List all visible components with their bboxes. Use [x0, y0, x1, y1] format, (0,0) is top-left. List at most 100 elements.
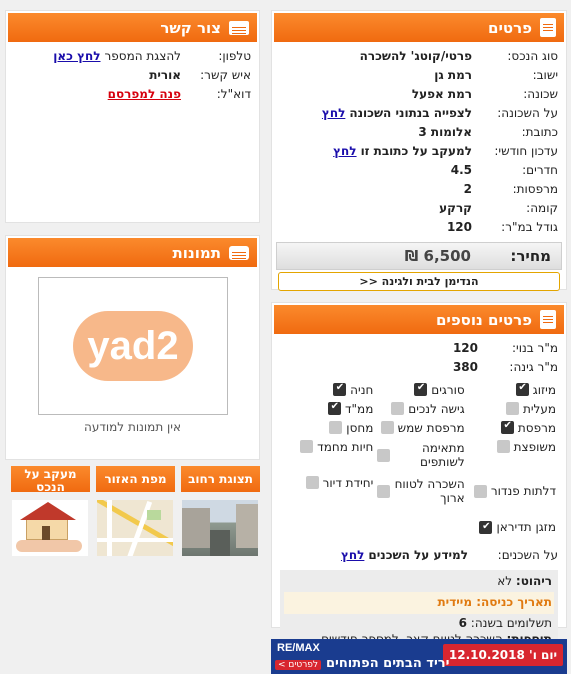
details-row: קומה: קרקע	[280, 198, 558, 217]
payments-label: תשלומים בשנה:	[470, 616, 552, 630]
furniture-label: ריהוט:	[515, 574, 552, 588]
remax-banner[interactable]: יום ו' 12.10.2018 RE/MAX יריד הבתים הפתו…	[271, 639, 567, 674]
email-link[interactable]: פנה למפרסם	[108, 87, 181, 101]
feature-label: השכרה לטווח ארוך	[394, 477, 465, 505]
details-row: חדרים: 4.5	[280, 160, 558, 179]
feature-item: דלתות פנדור	[465, 473, 556, 509]
unchecked-checkbox	[473, 484, 487, 498]
details-row-label: שכונה:	[523, 86, 558, 101]
email-row: דוא"ל: פנה למפרסם	[14, 84, 251, 103]
unchecked-checkbox	[505, 402, 519, 415]
checked-checkbox	[500, 420, 514, 434]
feature-label: מעלית	[522, 401, 556, 416]
details-row: שכונה: רמת אפעל	[280, 84, 558, 103]
contact-rows: טלפון: להצגת המספר לחץ כאן איש קשר: אורי…	[6, 42, 259, 103]
details-row-link[interactable]: לחץ	[322, 106, 345, 120]
feature-item: משופצת	[465, 437, 556, 456]
tab-area-map[interactable]: מפת האזור	[96, 466, 175, 492]
feature-label: מרפסת	[517, 420, 556, 435]
unchecked-checkbox	[391, 402, 405, 415]
envelope-icon	[229, 20, 249, 35]
tab-property-tracking[interactable]: מעקב על הנכס	[11, 466, 90, 492]
banner-date-text: יום ו' 12.10.2018	[448, 648, 557, 662]
feature-label: מיזוג	[532, 382, 556, 397]
feature-label: יחידת דיור	[322, 475, 374, 490]
checked-checkbox	[515, 382, 529, 396]
extra-size-rows: מ"ר בנוי: 120 מ"ר גינה: 380	[272, 334, 566, 376]
price-bar: מחיר: 6,500 ₪	[276, 242, 562, 270]
person-value: אורית	[149, 67, 181, 82]
details-row-value: רמת אפעל	[411, 86, 472, 101]
email-label: דוא"ל:	[216, 86, 251, 101]
details-header: פרטים	[274, 13, 564, 42]
unchecked-checkbox	[377, 448, 391, 462]
entry-label: תאריך כניסה:	[476, 595, 552, 609]
neighbors-text: למידע על השכנים	[368, 547, 468, 562]
feature-item: מיזוג	[465, 380, 556, 399]
feature-label: גישה לנכים	[408, 401, 465, 416]
extra-details-panel: פרטים נוספים מ"ר בנוי: 120 מ"ר גינה: 380…	[271, 302, 567, 652]
person-row: איש קשר: אורית	[14, 65, 251, 84]
garden-button-label: הנדימן לבית ולגינה <<	[359, 275, 479, 288]
tab-area-map-label: מפת האזור	[104, 472, 167, 486]
unchecked-checkbox	[305, 476, 319, 489]
garden-button[interactable]: הנדימן לבית ולגינה <<	[278, 272, 560, 291]
neighbors-row: על השכנים: למידע על השכנים לחץ	[280, 545, 558, 564]
feature-item: מזגן תדיראן	[465, 509, 556, 545]
price-label: מחיר:	[510, 247, 551, 265]
house-tracking-thumbnail[interactable]	[12, 500, 88, 556]
details-row-label: מרפסות:	[512, 181, 558, 196]
feature-label: דלתות פנדור	[490, 484, 556, 498]
feature-item: מרפסת שמש	[373, 418, 465, 437]
checked-checkbox	[333, 382, 347, 396]
built-area-row: מ"ר בנוי: 120	[280, 338, 558, 357]
banner-date: יום ו' 12.10.2018	[442, 644, 563, 666]
details-title: פרטים	[488, 18, 532, 37]
details-row: ישוב: רמת גן	[280, 65, 558, 84]
details-row-label: עדכון חודשי:	[494, 143, 558, 158]
details-row-value: לצפייה בנתוני השכונה	[349, 105, 472, 120]
checked-checkbox	[327, 401, 341, 415]
feature-label: מחסן	[346, 420, 374, 435]
payments-value: 6	[458, 616, 467, 630]
feature-item: מעלית	[465, 399, 556, 418]
feature-label: ממ"ד	[344, 401, 374, 416]
furniture-value: לא	[497, 574, 513, 588]
photos-header: תמונות	[8, 238, 257, 267]
details-row: גודל במ"ר: 120	[280, 217, 558, 236]
feature-item: גישה לנכים	[373, 399, 465, 418]
details-row-label: סוג הנכס:	[507, 48, 558, 63]
garden-area-label: מ"ר גינה:	[509, 359, 558, 374]
document-icon	[540, 310, 556, 329]
built-area-label: מ"ר בנוי:	[512, 340, 558, 355]
tab-property-tracking-label: מעקב על הנכס	[24, 467, 77, 493]
details-row: סוג הנכס: פרטי/קוטג' להשכרה	[280, 46, 558, 65]
details-row-value: פרטי/קוטג' להשכרה	[359, 48, 472, 63]
tab-street-view[interactable]: תצוגת רחוב	[181, 466, 260, 492]
feature-label: מזגן תדיראן	[496, 520, 556, 534]
details-row-value: אלומות 3	[418, 124, 472, 139]
area-map-thumbnail[interactable]	[97, 500, 173, 556]
neighbors-link[interactable]: לחץ	[341, 548, 364, 562]
banner-cta[interactable]: לפרטים >	[275, 660, 322, 670]
details-rows: סוג הנכס: פרטי/קוטג' להשכרה ישוב: רמת גן שכו…	[272, 42, 566, 236]
street-view-thumbnail[interactable]	[182, 500, 258, 556]
banner-headline: יריד הבתים הפתוחים	[326, 656, 450, 671]
yad2-logo: yad2	[73, 311, 193, 381]
details-row-label: קומה:	[526, 200, 558, 215]
details-row-value: 4.5	[450, 162, 472, 177]
unchecked-checkbox	[300, 440, 314, 453]
feature-item: מתאימה לשותפים	[373, 437, 465, 473]
camera-icon	[229, 245, 249, 260]
price-value: 6,500 ₪	[404, 247, 471, 265]
details-panel: פרטים סוג הנכס: פרטי/קוטג' להשכרה ישוב: רמת…	[271, 10, 567, 291]
unchecked-checkbox	[380, 421, 394, 434]
details-row-value: למעקב על כתובת זו	[360, 143, 472, 158]
feature-label: סורגים	[431, 382, 465, 397]
phone-reveal-link[interactable]: לחץ כאן	[53, 49, 100, 63]
feature-label: חיות מחמד	[317, 439, 374, 454]
details-row: על השכונה: לצפייה בנתוני השכונה לחץ	[280, 103, 558, 122]
feature-label: חניה	[350, 382, 374, 397]
payments-row: תשלומים בשנה: 6	[286, 616, 552, 632]
details-row-link[interactable]: לחץ	[333, 144, 356, 158]
